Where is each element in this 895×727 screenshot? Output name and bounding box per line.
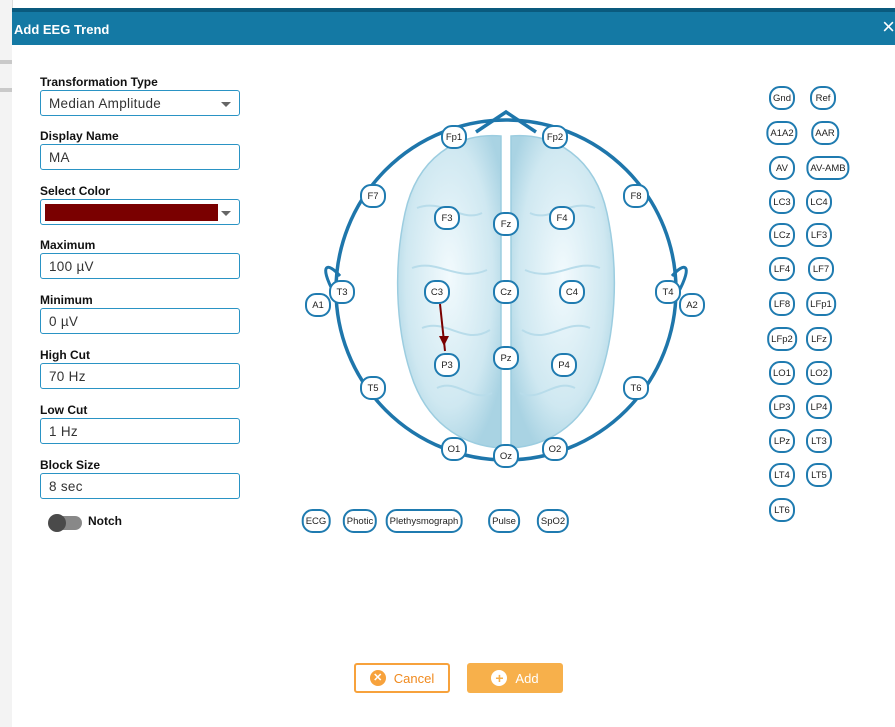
electrode-p3[interactable]: P3 — [434, 353, 460, 377]
electrode-f4[interactable]: F4 — [549, 206, 575, 230]
electrode-ecg[interactable]: ECG — [301, 509, 331, 533]
electrode-a2[interactable]: A2 — [679, 293, 705, 317]
electrode-pulse[interactable]: Pulse — [488, 509, 520, 533]
electrode-f8[interactable]: F8 — [623, 184, 649, 208]
electrode-fp1[interactable]: Fp1 — [441, 125, 467, 149]
electrode-lt3[interactable]: LT3 — [806, 429, 832, 453]
electrode-t3[interactable]: T3 — [329, 280, 355, 304]
electrode-t4[interactable]: T4 — [655, 280, 681, 304]
add-label: Add — [515, 670, 539, 686]
electrode-lfp1[interactable]: LFp1 — [806, 292, 836, 316]
electrode-fp2[interactable]: Fp2 — [542, 125, 568, 149]
electrode-lt4[interactable]: LT4 — [769, 463, 795, 487]
electrode-gnd[interactable]: Gnd — [769, 86, 795, 110]
electrode-t6[interactable]: T6 — [623, 376, 649, 400]
electrode-aar[interactable]: AAR — [811, 121, 839, 145]
electrode-o1[interactable]: O1 — [441, 437, 467, 461]
electrode-spo2[interactable]: SpO2 — [536, 509, 570, 533]
electrode-c3[interactable]: C3 — [424, 280, 450, 304]
electrode-lfp2[interactable]: LFp2 — [767, 327, 797, 351]
electrode-lc4[interactable]: LC4 — [806, 190, 832, 214]
electrode-lo1[interactable]: LO1 — [769, 361, 795, 385]
electrode-f3[interactable]: F3 — [434, 206, 460, 230]
electrode-o2[interactable]: O2 — [542, 437, 568, 461]
electrode-ref[interactable]: Ref — [810, 86, 836, 110]
electrode-cz[interactable]: Cz — [493, 280, 519, 304]
electrode-lp3[interactable]: LP3 — [769, 395, 795, 419]
electrode-lc3[interactable]: LC3 — [769, 190, 795, 214]
electrode-lfz[interactable]: LFz — [806, 327, 832, 351]
plus-icon: + — [491, 670, 508, 686]
cancel-label: Cancel — [393, 670, 435, 686]
electrode-lp4[interactable]: LP4 — [806, 395, 832, 419]
electrode-lcz[interactable]: LCz — [769, 223, 795, 247]
electrode-a1[interactable]: A1 — [305, 293, 331, 317]
electrode-a1a2[interactable]: A1A2 — [766, 121, 798, 145]
add-eeg-trend-dialog: Add EEG Trend × Transformation Type Medi… — [12, 8, 895, 727]
electrode-av-amb[interactable]: AV-AMB — [806, 156, 850, 180]
electrode-f7[interactable]: F7 — [360, 184, 386, 208]
electrode-lf7[interactable]: LF7 — [808, 257, 834, 281]
background-stripe — [0, 60, 12, 64]
electrode-photic[interactable]: Photic — [342, 509, 378, 533]
electrode-lf4[interactable]: LF4 — [769, 257, 795, 281]
electrode-c4[interactable]: C4 — [559, 280, 585, 304]
electrode-lpz[interactable]: LPz — [769, 429, 795, 453]
electrode-lo2[interactable]: LO2 — [806, 361, 832, 385]
electrode-pz[interactable]: Pz — [493, 346, 519, 370]
cancel-button[interactable]: ✕ Cancel — [354, 663, 450, 693]
add-button[interactable]: + Add — [467, 663, 563, 693]
electrode-plethysmograph[interactable]: Plethysmograph — [385, 509, 463, 533]
cancel-icon: ✕ — [369, 670, 386, 686]
electrode-p4[interactable]: P4 — [551, 353, 577, 377]
electrode-lf3[interactable]: LF3 — [806, 223, 832, 247]
electrode-lf8[interactable]: LF8 — [769, 292, 795, 316]
electrode-t5[interactable]: T5 — [360, 376, 386, 400]
electrode-av[interactable]: AV — [769, 156, 795, 180]
electrode-oz[interactable]: Oz — [493, 444, 519, 468]
electrode-lt6[interactable]: LT6 — [769, 498, 795, 522]
electrode-fz[interactable]: Fz — [493, 212, 519, 236]
background-stripe — [0, 88, 12, 92]
electrode-lt5[interactable]: LT5 — [806, 463, 832, 487]
